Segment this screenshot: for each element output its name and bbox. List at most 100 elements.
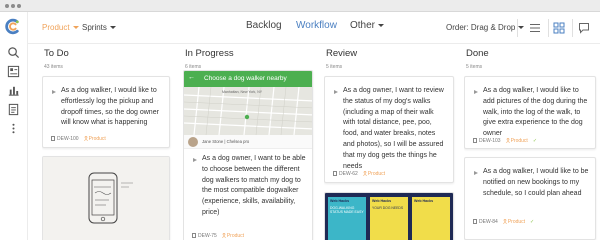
sticky-note: Web Hacks YOUR DOG NEEDS	[370, 197, 408, 240]
chevron-down-icon	[109, 26, 116, 30]
tag-label: Product	[507, 219, 526, 225]
tag-label: Product	[510, 138, 528, 144]
column-title: Review	[326, 48, 358, 59]
back-arrow-icon: ←	[188, 74, 195, 81]
column-done: Done 5 items As a dog walker, I would li…	[464, 44, 598, 240]
product-filter[interactable]: Product	[42, 23, 79, 32]
toolbar-divider	[572, 19, 573, 37]
story-text: As a dog walker, I would like to effortl…	[61, 87, 159, 127]
story-card[interactable]: As a dog walker, I would like to be noti…	[464, 157, 596, 240]
sprints-filter-label: Sprints	[82, 23, 107, 32]
sticky-note: Web Hacks DOG-WALKING STATUS MADE EASY	[328, 197, 366, 240]
chevron-down-icon	[518, 26, 525, 30]
story-id: DEW-84	[479, 219, 498, 225]
product-filter-label: Product	[42, 23, 70, 32]
sprints-filter[interactable]: Sprints	[82, 23, 116, 32]
tab-other[interactable]: Other	[350, 20, 385, 31]
column-item-count: 5 items	[326, 64, 343, 70]
story-text: As a dog owner, I want to be able to cho…	[202, 155, 306, 216]
expand-triangle-icon[interactable]	[474, 171, 478, 175]
chart-icon[interactable]	[7, 84, 20, 97]
tag-label: Product	[367, 171, 386, 177]
story-id: DEW-103	[479, 138, 501, 144]
document-icon	[473, 138, 477, 144]
chevron-down-icon	[378, 23, 385, 27]
map-image	[184, 87, 312, 135]
window-dot-icon[interactable]	[5, 4, 9, 8]
order-dropdown-label: Order: Drag & Drop	[446, 23, 516, 32]
tag-label: Product	[226, 233, 245, 239]
avatar	[188, 137, 198, 147]
expand-triangle-icon[interactable]	[193, 158, 197, 162]
phone-sketch-image	[43, 157, 169, 240]
story-text: As a dog walker, I would like to add pic…	[483, 87, 588, 138]
tag-label: Product	[88, 136, 106, 142]
column-review: Review 5 items As a dog owner, I want to…	[324, 44, 456, 240]
story-card[interactable]: ← Choose a dog walker nearby Manhattan, …	[183, 70, 313, 240]
story-meta: DEW-100 Product	[51, 136, 106, 142]
tab-workflow[interactable]: Workflow	[296, 20, 337, 31]
done-check-icon: ✓	[532, 138, 538, 144]
map-caption: Manhattan, New York, NY	[222, 90, 263, 94]
column-title: Done	[466, 48, 489, 59]
person-icon	[502, 219, 507, 225]
product-tag: Product	[83, 136, 106, 142]
story-meta: DEW-75 Product	[192, 233, 244, 239]
sticky-body: YOUR DOG NEEDS	[372, 206, 404, 210]
story-id: DEW-100	[57, 136, 79, 142]
product-tag: Product	[221, 233, 245, 239]
sticky-title: Web Hacks	[372, 199, 392, 203]
toolbar-divider	[517, 19, 518, 37]
expand-triangle-icon[interactable]	[474, 90, 478, 94]
column-item-count: 5 items	[466, 64, 483, 70]
order-dropdown[interactable]: Order: Drag & Drop	[446, 23, 525, 32]
grid-view-icon[interactable]	[553, 22, 565, 34]
story-text: As a dog walker, I would like to be noti…	[483, 168, 589, 197]
window-titlebar	[0, 0, 600, 12]
person-icon	[362, 171, 367, 177]
window-dot-icon[interactable]	[11, 4, 15, 8]
tab-other-label: Other	[350, 20, 376, 31]
attachment-photo-sketch[interactable]	[42, 156, 170, 240]
list-view-icon[interactable]	[529, 22, 541, 34]
search-icon[interactable]	[7, 46, 20, 59]
mockup-header: ← Choose a dog walker nearby	[184, 71, 312, 87]
column-item-count: 43 items	[44, 64, 63, 70]
walker-name: Jane Stone | Chelsea pro	[202, 139, 250, 144]
more-icon[interactable]	[7, 122, 20, 135]
sticky-note: Web Hacks	[412, 197, 450, 240]
expand-triangle-icon[interactable]	[52, 90, 56, 94]
story-meta: DEW-103 Product ✓	[473, 138, 537, 144]
story-card[interactable]: As a dog walker, I would like to add pic…	[464, 76, 596, 149]
sidebar	[0, 12, 28, 240]
product-tag: Product	[505, 138, 528, 144]
mockup-title: Choose a dog walker nearby	[204, 75, 287, 82]
column-to-do: To Do 43 items As a dog walker, I would …	[42, 44, 172, 240]
topbar: Product Sprints Backlog Workflow Other O…	[28, 12, 600, 44]
sticky-body: DOG-WALKING STATUS MADE EASY	[330, 206, 364, 215]
person-icon	[83, 136, 88, 142]
chevron-down-icon	[72, 26, 79, 30]
product-tag: Product	[502, 219, 526, 225]
story-card[interactable]: As a dog owner, I want to review the sta…	[324, 76, 454, 183]
board-icon[interactable]	[7, 65, 20, 78]
column-in-progress: In Progress 6 items ← Choose a dog walke…	[183, 44, 315, 240]
window-dot-icon[interactable]	[17, 4, 21, 8]
attachment-photo-stickies[interactable]: Web Hacks DOG-WALKING STATUS MADE EASY W…	[324, 192, 454, 240]
sticky-title: Web Hacks	[414, 199, 434, 203]
done-check-icon: ✓	[530, 219, 535, 225]
document-icon[interactable]	[7, 103, 20, 116]
story-text: As a dog owner, I want to review the sta…	[343, 87, 444, 170]
comment-icon[interactable]	[578, 22, 590, 34]
column-title: To Do	[44, 48, 69, 59]
expand-triangle-icon[interactable]	[334, 90, 338, 94]
column-title: In Progress	[185, 48, 234, 59]
story-meta: DEW-84 Product ✓	[473, 219, 534, 225]
app-logo-icon[interactable]	[5, 18, 22, 35]
story-meta: DEW-62 Product	[333, 171, 385, 177]
toolbar-divider	[548, 19, 549, 37]
tab-backlog[interactable]: Backlog	[246, 20, 282, 31]
story-card[interactable]: As a dog walker, I would like to effortl…	[42, 76, 170, 148]
story-id: DEW-75	[198, 233, 217, 239]
story-id: DEW-62	[339, 171, 358, 177]
